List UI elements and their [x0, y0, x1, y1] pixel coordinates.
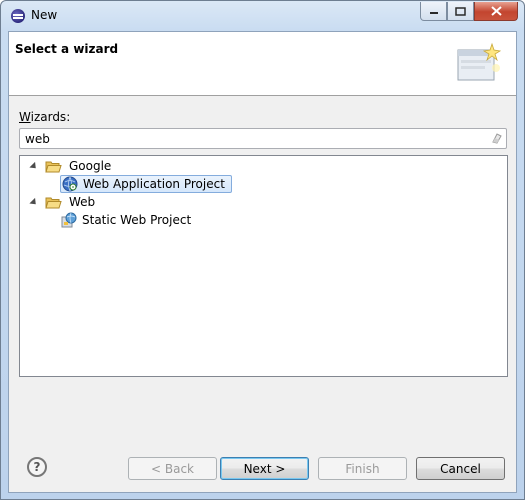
web-project-icon: [61, 212, 77, 228]
dialog-content: Select a wizard Wizards: web Google Web …: [8, 31, 517, 493]
expand-arrow-icon[interactable]: [29, 161, 39, 171]
title-bar[interactable]: New: [1, 1, 524, 31]
maximize-icon: [455, 6, 466, 16]
expand-arrow-icon[interactable]: [29, 197, 39, 207]
finish-button-label: Finish: [345, 461, 380, 476]
page-title: Select a wizard: [15, 42, 119, 56]
back-button-label: < Back: [150, 461, 194, 476]
dialog-window: New Select a wizard Wizards: web Google …: [0, 0, 525, 500]
tree-item-static-web-project[interactable]: Static Web Project: [61, 211, 194, 229]
open-folder-icon: [45, 197, 62, 208]
eclipse-icon: [11, 9, 25, 23]
next-button[interactable]: Next >: [220, 457, 309, 480]
tree-item-label: Static Web Project: [82, 213, 192, 227]
wizard-filter-input[interactable]: [19, 128, 507, 149]
wizard-tree[interactable]: Google Web Application Project Web Stati…: [19, 155, 508, 377]
eraser-icon[interactable]: [491, 132, 503, 144]
finish-button[interactable]: Finish: [318, 457, 407, 480]
selected-item-highlight: Web Application Project: [60, 175, 232, 193]
next-button-label: Next >: [243, 461, 286, 476]
tree-group-label: Web: [69, 195, 96, 209]
google-web-app-icon: [62, 176, 78, 192]
wizards-label: Wizards:: [19, 110, 70, 124]
help-button[interactable]: ?: [27, 457, 47, 477]
close-icon: [490, 6, 502, 16]
wizards-label-text: izards:: [30, 110, 71, 124]
window-controls: [420, 2, 518, 21]
wizard-banner-icon: [457, 42, 502, 81]
close-button[interactable]: [474, 2, 518, 21]
cancel-button[interactable]: Cancel: [416, 457, 505, 480]
wizard-header: Select a wizard: [9, 32, 516, 96]
tree-group-label: Google: [69, 159, 112, 173]
back-button[interactable]: < Back: [128, 457, 217, 480]
wizards-label-mnemonic: W: [19, 110, 31, 124]
tree-group-web[interactable]: Web: [29, 193, 98, 211]
cancel-button-label: Cancel: [440, 461, 481, 476]
minimize-icon: [429, 12, 438, 14]
open-folder-icon: [45, 161, 62, 172]
tree-group-google[interactable]: Google: [29, 157, 114, 175]
window-title: New: [31, 8, 58, 22]
minimize-button[interactable]: [420, 2, 447, 21]
tree-item-web-application-project[interactable]: Web Application Project: [60, 175, 232, 193]
tree-item-label: Web Application Project: [83, 177, 225, 191]
maximize-button[interactable]: [447, 2, 474, 21]
